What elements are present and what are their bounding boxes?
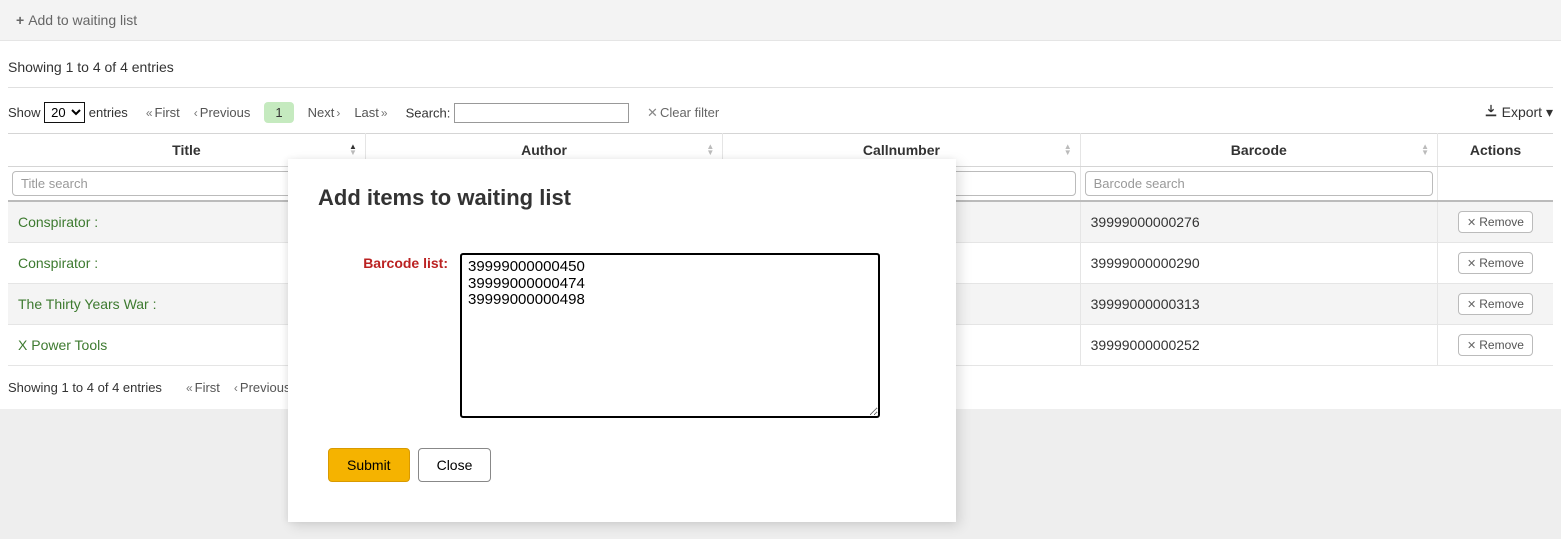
sort-icon: ▲▼ [706,144,714,156]
entries-summary-bottom: Showing 1 to 4 of 4 entries [8,380,162,395]
col-title-label: Title [172,142,201,158]
sort-icon: ▲▼ [1421,144,1429,156]
next-label: Next [308,105,335,120]
close-icon: ✕ [1467,257,1476,270]
plus-icon: + [16,12,24,28]
remove-label: Remove [1479,256,1524,270]
first-label: First [195,380,220,395]
chevron-left-icon: ‹ [234,381,238,395]
first-page-button[interactable]: « First [186,380,220,395]
item-title-link[interactable]: The Thirty Years War : [18,296,157,312]
item-barcode: 39999000000252 [1080,325,1437,366]
barcode-list-label: Barcode list: [318,253,448,271]
submit-button[interactable]: Submit [328,448,410,482]
item-barcode: 39999000000313 [1080,284,1437,325]
col-actions-label: Actions [1470,142,1521,158]
entries-summary-top: Showing 1 to 4 of 4 entries [8,51,1553,88]
double-chevron-right-icon: » [381,106,388,120]
page-length-select[interactable]: 20 [44,102,85,123]
add-items-modal: Add items to waiting list Barcode list: … [288,159,956,522]
search-input[interactable] [454,103,629,123]
col-header-barcode[interactable]: Barcode ▲▼ [1080,134,1437,167]
page-length-control: Show 20 entries [8,102,128,123]
close-icon: ✕ [1467,298,1476,311]
close-icon: ✕ [1467,339,1476,352]
remove-button[interactable]: ✕Remove [1458,293,1533,315]
pager-top: « First ‹ Previous 1 Next › Last » [146,102,388,123]
prev-page-button[interactable]: ‹ Previous [234,380,291,395]
double-chevron-left-icon: « [186,381,193,395]
remove-button[interactable]: ✕Remove [1458,252,1533,274]
item-barcode: 39999000000276 [1080,201,1437,243]
next-page-button[interactable]: Next › [308,105,341,120]
prev-label: Previous [240,380,291,395]
chevron-left-icon: ‹ [194,106,198,120]
barcode-list-textarea[interactable] [460,253,880,418]
remove-label: Remove [1479,338,1524,352]
add-to-waiting-list-label: Add to waiting list [28,12,137,28]
clear-filter-label: Clear filter [660,105,719,120]
close-icon: ✕ [1467,216,1476,229]
add-to-waiting-list-link[interactable]: + Add to waiting list [16,12,137,28]
col-header-actions: Actions [1438,134,1554,167]
filter-barcode-input[interactable] [1085,171,1433,196]
toolbar: + Add to waiting list [0,0,1561,41]
item-title-link[interactable]: Conspirator : [18,255,98,271]
chevron-right-icon: › [336,106,340,120]
clear-filter-button[interactable]: ✕ Clear filter [647,105,719,121]
show-label: Show [8,105,41,120]
entries-label: entries [89,105,128,120]
search-control: Search: [406,103,629,123]
last-page-button[interactable]: Last » [354,105,387,120]
current-page-number[interactable]: 1 [264,102,293,123]
item-barcode: 39999000000290 [1080,243,1437,284]
remove-button[interactable]: ✕Remove [1458,211,1533,233]
item-title-link[interactable]: Conspirator : [18,214,98,230]
prev-page-button[interactable]: ‹ Previous [194,105,251,120]
export-button[interactable]: Export ▾ [1484,104,1553,121]
close-icon: ✕ [647,105,658,121]
pager-bottom: « First ‹ Previous [186,380,291,395]
sort-icon: ▲▼ [349,144,357,156]
remove-button[interactable]: ✕Remove [1458,334,1533,356]
download-icon [1484,104,1498,121]
remove-label: Remove [1479,215,1524,229]
double-chevron-left-icon: « [146,106,153,120]
col-author-label: Author [521,142,567,158]
export-label: Export ▾ [1502,104,1553,121]
item-title-link[interactable]: X Power Tools [18,337,107,353]
col-callnumber-label: Callnumber [863,142,940,158]
last-label: Last [354,105,379,120]
first-label: First [155,105,180,120]
search-label: Search: [406,105,451,120]
remove-label: Remove [1479,297,1524,311]
sort-icon: ▲▼ [1064,144,1072,156]
first-page-button[interactable]: « First [146,105,180,120]
modal-title: Add items to waiting list [318,185,926,211]
col-barcode-label: Barcode [1231,142,1287,158]
prev-label: Previous [200,105,251,120]
close-button[interactable]: Close [418,448,492,482]
